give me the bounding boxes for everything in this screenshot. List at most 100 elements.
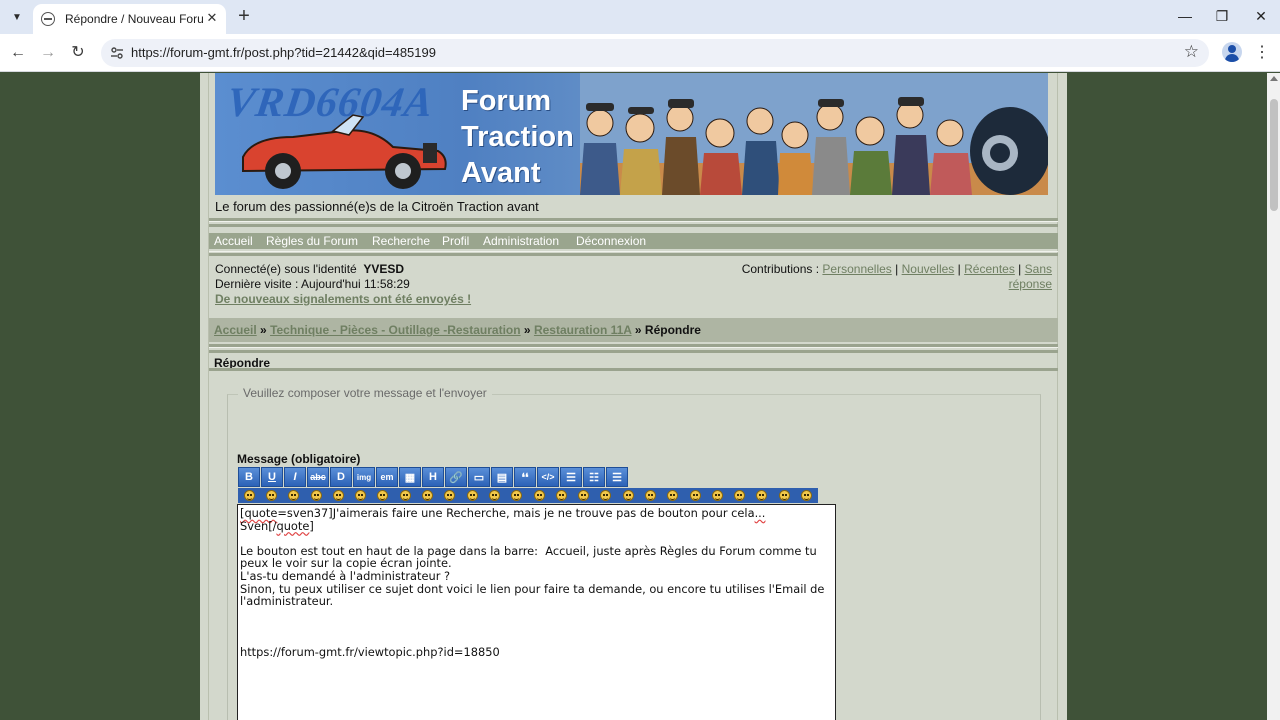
address-bar[interactable]: https://forum-gmt.fr/post.php?tid=21442&… [101,39,1209,67]
bold-button[interactable]: B [238,467,260,487]
bookmark-star-icon[interactable]: ☆ [1184,42,1199,62]
numbered-list-icon[interactable]: ☷ [583,467,605,487]
smiley-icon[interactable] [706,488,728,503]
browser-tab-active[interactable]: Répondre / Nouveau Forum GMT ✕ [33,4,226,34]
minimize-button[interactable]: — [1166,0,1204,34]
list-item-icon[interactable]: ☰ [606,467,628,487]
picture-icon[interactable]: ▤ [491,467,513,487]
browser-menu-icon[interactable]: ⋮ [1254,42,1270,64]
divider [209,350,1058,353]
page-scrollbar[interactable] [1267,73,1280,720]
smiley-icon[interactable] [238,488,260,503]
email-icon[interactable]: ▭ [468,467,490,487]
menu-item-administration[interactable]: Administration [483,234,559,248]
close-window-button[interactable]: ✕ [1242,0,1280,34]
tab-close-icon[interactable]: ✕ [204,10,220,26]
message-quote-ellipsis: ... [754,506,766,520]
user-status: Connecté(e) sous l'identité YVESD Derniè… [215,262,471,307]
smiley-face-icon [689,490,701,501]
smiley-icon[interactable] [595,488,617,503]
smiley-icon[interactable] [461,488,483,503]
new-reports-link[interactable]: De nouveaux signalements ont été envoyés… [215,292,471,307]
smiley-face-icon [399,490,411,501]
smiley-icon[interactable] [506,488,528,503]
breadcrumb-topic-link[interactable]: Restauration 11A [534,323,632,337]
italic-button[interactable]: I [284,467,306,487]
smiley-icon[interactable] [283,488,305,503]
smiley-icon[interactable] [349,488,371,503]
message-quote-close-bracket: ] [309,518,314,533]
smiley-icon[interactable] [260,488,282,503]
smiley-icon[interactable] [394,488,416,503]
message-quote-author: Sven[/ [240,518,277,533]
profile-avatar-icon[interactable] [1222,42,1242,62]
smiley-icon[interactable] [305,488,327,503]
menu-item-accueil[interactable]: Accueil [214,234,253,248]
forum-tagline: Le forum des passionné(e)s de la Citroën… [215,199,539,214]
smiley-icon[interactable] [528,488,550,503]
separator: | [1018,262,1022,276]
browser-tab-strip: ▼ Répondre / Nouveau Forum GMT ✕ + — ❐ ✕ [0,0,1280,34]
contrib-personnelles-link[interactable]: Personnelles [822,262,891,276]
breadcrumb-home-link[interactable]: Accueil [214,323,257,337]
smiley-icon[interactable] [439,488,461,503]
new-tab-button[interactable]: + [234,6,254,26]
url-text[interactable]: https://forum-gmt.fr/post.php?tid=21442&… [131,45,436,60]
delete-button[interactable]: D [330,467,352,487]
smiley-icon[interactable] [550,488,572,503]
forum-banner[interactable]: VRD6604A Forum Traction Avant [215,73,1048,195]
identity-label: Connecté(e) sous l'identité [215,262,357,276]
bullet-list-icon[interactable]: ☰ [560,467,582,487]
smiley-icon[interactable] [684,488,706,503]
strikethrough-button[interactable]: abc [307,467,329,487]
back-arrow-icon[interactable]: ← [7,42,29,64]
form-legend: Veuillez composer votre message et l'env… [238,386,492,400]
browser-toolbar: ← → ↻ https://forum-gmt.fr/post.php?tid=… [0,34,1280,72]
smiley-icon[interactable] [372,488,394,503]
smiley-icon[interactable] [795,488,817,503]
menu-item-recherche[interactable]: Recherche [372,234,430,248]
emphasis-button[interactable]: em [376,467,398,487]
contrib-sans-reponse-link[interactable]: Sans [1025,262,1052,276]
scroll-thumb[interactable] [1270,99,1278,211]
heading-button[interactable]: H [422,467,444,487]
contrib-sans-reponse-link-line2[interactable]: réponse [1009,277,1052,291]
smiley-icon[interactable] [416,488,438,503]
menu-item-regles[interactable]: Règles du Forum [266,234,358,248]
smiley-face-icon [444,490,456,501]
image-button[interactable]: img [353,467,375,487]
smiley-icon[interactable] [572,488,594,503]
contrib-recentes-link[interactable]: Récentes [964,262,1015,276]
forward-arrow-icon[interactable]: → [37,42,59,64]
smiley-icon[interactable] [662,488,684,503]
smiley-icon[interactable] [751,488,773,503]
banner-title: Forum Traction Avant [461,83,574,191]
smiley-icon[interactable] [639,488,661,503]
contrib-nouvelles-link[interactable]: Nouvelles [902,262,955,276]
breadcrumb-trail: Accueil » Technique - Pièces - Outillage… [214,323,701,337]
breadcrumb-forum-link[interactable]: Technique - Pièces - Outillage -Restaura… [270,323,521,337]
underline-button[interactable]: U [261,467,283,487]
smiley-icon[interactable] [729,488,751,503]
smiley-toolbar [238,488,818,503]
quote-icon[interactable]: ❛❛ [514,467,536,487]
smiley-icon[interactable] [617,488,639,503]
smiley-icon[interactable] [773,488,795,503]
smiley-icon[interactable] [327,488,349,503]
maximize-button[interactable]: ❐ [1203,0,1241,34]
color-grid-icon[interactable]: ▦ [399,467,421,487]
code-icon[interactable]: </> [537,467,559,487]
site-info-icon[interactable] [110,46,124,60]
message-textarea[interactable]: [quote=sven37]J'aimerais faire une Reche… [237,504,836,720]
link-icon[interactable]: 🔗 [445,467,467,487]
smiley-face-icon [422,490,434,501]
smiley-icon[interactable] [483,488,505,503]
menu-item-deconnexion[interactable]: Déconnexion [576,234,646,248]
contributions-links: Contributions : Personnelles | Nouvelles… [712,262,1052,292]
tab-search-chevron-icon[interactable]: ▼ [6,6,28,28]
smiley-face-icon [288,490,300,501]
reload-icon[interactable]: ↻ [67,42,89,64]
smiley-face-icon [511,490,523,501]
scroll-up-arrow-icon[interactable] [1270,76,1278,81]
menu-item-profil[interactable]: Profil [442,234,469,248]
